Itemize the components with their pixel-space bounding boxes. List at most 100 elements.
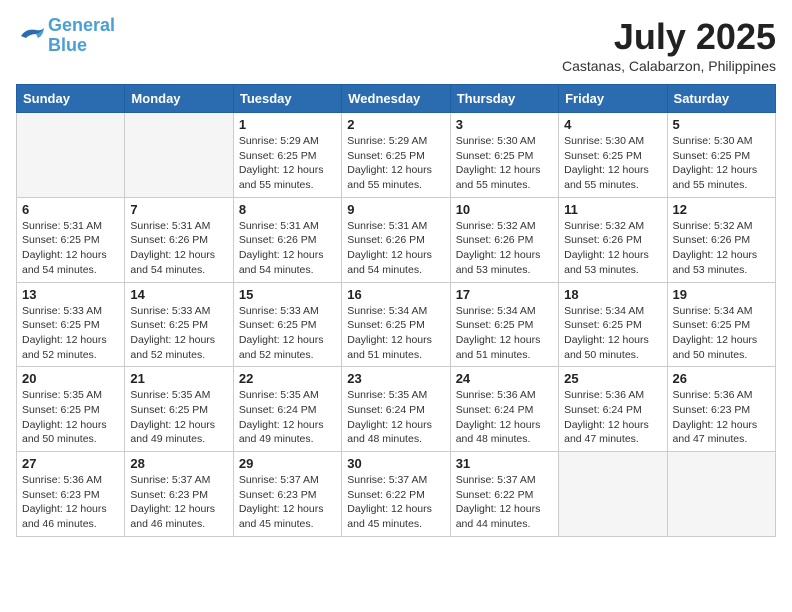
day-number: 14 [130,287,227,302]
day-info: Sunrise: 5:33 AM Sunset: 6:25 PM Dayligh… [239,304,336,363]
day-info: Sunrise: 5:30 AM Sunset: 6:25 PM Dayligh… [456,134,553,193]
day-info: Sunrise: 5:34 AM Sunset: 6:25 PM Dayligh… [456,304,553,363]
day-info: Sunrise: 5:34 AM Sunset: 6:25 PM Dayligh… [673,304,770,363]
day-info: Sunrise: 5:31 AM Sunset: 6:26 PM Dayligh… [130,219,227,278]
calendar-cell [125,113,233,198]
day-number: 19 [673,287,770,302]
col-header-thursday: Thursday [450,85,558,113]
day-number: 29 [239,456,336,471]
day-info: Sunrise: 5:35 AM Sunset: 6:25 PM Dayligh… [130,388,227,447]
calendar-cell: 12 Sunrise: 5:32 AM Sunset: 6:26 PM Dayli… [667,197,775,282]
day-info: Sunrise: 5:31 AM Sunset: 6:26 PM Dayligh… [347,219,444,278]
day-info: Sunrise: 5:32 AM Sunset: 6:26 PM Dayligh… [673,219,770,278]
day-number: 2 [347,117,444,132]
day-info: Sunrise: 5:37 AM Sunset: 6:22 PM Dayligh… [347,473,444,532]
calendar-cell: 25 Sunrise: 5:36 AM Sunset: 6:24 PM Dayli… [559,367,667,452]
calendar-cell: 7 Sunrise: 5:31 AM Sunset: 6:26 PM Daylig… [125,197,233,282]
month-title: July 2025 [562,16,776,58]
day-info: Sunrise: 5:36 AM Sunset: 6:23 PM Dayligh… [673,388,770,447]
calendar-cell: 20Sunrise: 5:35 AM Sunset: 6:25 PM Dayli… [17,367,125,452]
calendar-cell: 14Sunrise: 5:33 AM Sunset: 6:25 PM Dayli… [125,282,233,367]
day-info: Sunrise: 5:37 AM Sunset: 6:23 PM Dayligh… [239,473,336,532]
calendar-cell: 17 Sunrise: 5:34 AM Sunset: 6:25 PM Dayli… [450,282,558,367]
day-number: 3 [456,117,553,132]
calendar-cell: 15Sunrise: 5:33 AM Sunset: 6:25 PM Dayli… [233,282,341,367]
calendar-cell: 11 Sunrise: 5:32 AM Sunset: 6:26 PM Dayli… [559,197,667,282]
calendar-cell: 21 Sunrise: 5:35 AM Sunset: 6:25 PM Dayli… [125,367,233,452]
day-info: Sunrise: 5:36 AM Sunset: 6:24 PM Dayligh… [456,388,553,447]
calendar-header-row: SundayMondayTuesdayWednesdayThursdayFrid… [17,85,776,113]
day-info: Sunrise: 5:31 AM Sunset: 6:25 PM Dayligh… [22,219,119,278]
calendar-cell: 23 Sunrise: 5:35 AM Sunset: 6:24 PM Dayli… [342,367,450,452]
calendar-cell: 4 Sunrise: 5:30 AM Sunset: 6:25 PM Daylig… [559,113,667,198]
day-info: Sunrise: 5:30 AM Sunset: 6:25 PM Dayligh… [564,134,661,193]
calendar-cell [559,452,667,537]
day-number: 16 [347,287,444,302]
calendar-cell: 28 Sunrise: 5:37 AM Sunset: 6:23 PM Dayli… [125,452,233,537]
calendar-cell: 31Sunrise: 5:37 AM Sunset: 6:22 PM Dayli… [450,452,558,537]
calendar-week-row: 1Sunrise: 5:29 AM Sunset: 6:25 PM Daylig… [17,113,776,198]
calendar-cell: 24 Sunrise: 5:36 AM Sunset: 6:24 PM Dayli… [450,367,558,452]
day-info: Sunrise: 5:35 AM Sunset: 6:24 PM Dayligh… [239,388,336,447]
calendar-cell: 22 Sunrise: 5:35 AM Sunset: 6:24 PM Dayli… [233,367,341,452]
day-number: 17 [456,287,553,302]
day-info: Sunrise: 5:33 AM Sunset: 6:25 PM Dayligh… [22,304,119,363]
calendar-week-row: 13 Sunrise: 5:33 AM Sunset: 6:25 PM Dayli… [17,282,776,367]
day-number: 21 [130,371,227,386]
day-number: 24 [456,371,553,386]
day-number: 10 [456,202,553,217]
calendar-cell: 30Sunrise: 5:37 AM Sunset: 6:22 PM Dayli… [342,452,450,537]
day-number: 23 [347,371,444,386]
day-number: 25 [564,371,661,386]
day-info: Sunrise: 5:34 AM Sunset: 6:25 PM Dayligh… [564,304,661,363]
col-header-saturday: Saturday [667,85,775,113]
calendar-cell: 8Sunrise: 5:31 AM Sunset: 6:26 PM Daylig… [233,197,341,282]
day-info: Sunrise: 5:37 AM Sunset: 6:23 PM Dayligh… [130,473,227,532]
day-number: 22 [239,371,336,386]
calendar-cell: 5Sunrise: 5:30 AM Sunset: 6:25 PM Daylig… [667,113,775,198]
calendar-cell: 29 Sunrise: 5:37 AM Sunset: 6:23 PM Dayli… [233,452,341,537]
day-number: 8 [239,202,336,217]
day-number: 13 [22,287,119,302]
day-info: Sunrise: 5:29 AM Sunset: 6:25 PM Dayligh… [347,134,444,193]
col-header-tuesday: Tuesday [233,85,341,113]
calendar-week-row: 27 Sunrise: 5:36 AM Sunset: 6:23 PM Dayli… [17,452,776,537]
day-info: Sunrise: 5:32 AM Sunset: 6:26 PM Dayligh… [456,219,553,278]
logo-icon [16,24,46,48]
day-info: Sunrise: 5:37 AM Sunset: 6:22 PM Dayligh… [456,473,553,532]
day-info: Sunrise: 5:34 AM Sunset: 6:25 PM Dayligh… [347,304,444,363]
day-info: Sunrise: 5:30 AM Sunset: 6:25 PM Dayligh… [673,134,770,193]
calendar-table: SundayMondayTuesdayWednesdayThursdayFrid… [16,84,776,537]
title-block: July 2025 Castanas, Calabarzon, Philippi… [562,16,776,74]
day-info: Sunrise: 5:35 AM Sunset: 6:24 PM Dayligh… [347,388,444,447]
calendar-cell: 6Sunrise: 5:31 AM Sunset: 6:25 PM Daylig… [17,197,125,282]
day-info: Sunrise: 5:36 AM Sunset: 6:24 PM Dayligh… [564,388,661,447]
calendar-cell: 27 Sunrise: 5:36 AM Sunset: 6:23 PM Dayli… [17,452,125,537]
calendar-cell: 18 Sunrise: 5:34 AM Sunset: 6:25 PM Dayli… [559,282,667,367]
calendar-cell: 10 Sunrise: 5:32 AM Sunset: 6:26 PM Dayli… [450,197,558,282]
calendar-cell: 13 Sunrise: 5:33 AM Sunset: 6:25 PM Dayli… [17,282,125,367]
calendar-cell: 26Sunrise: 5:36 AM Sunset: 6:23 PM Dayli… [667,367,775,452]
day-number: 7 [130,202,227,217]
page-header: General Blue July 2025 Castanas, Calabar… [16,16,776,74]
location-subtitle: Castanas, Calabarzon, Philippines [562,58,776,74]
day-number: 18 [564,287,661,302]
day-info: Sunrise: 5:29 AM Sunset: 6:25 PM Dayligh… [239,134,336,193]
col-header-sunday: Sunday [17,85,125,113]
day-number: 27 [22,456,119,471]
calendar-cell [17,113,125,198]
day-info: Sunrise: 5:32 AM Sunset: 6:26 PM Dayligh… [564,219,661,278]
calendar-cell: 1Sunrise: 5:29 AM Sunset: 6:25 PM Daylig… [233,113,341,198]
logo: General Blue [16,16,115,56]
calendar-cell: 2 Sunrise: 5:29 AM Sunset: 6:25 PM Daylig… [342,113,450,198]
day-number: 12 [673,202,770,217]
col-header-monday: Monday [125,85,233,113]
logo-text: General Blue [48,16,115,56]
day-info: Sunrise: 5:36 AM Sunset: 6:23 PM Dayligh… [22,473,119,532]
calendar-cell [667,452,775,537]
calendar-week-row: 20Sunrise: 5:35 AM Sunset: 6:25 PM Dayli… [17,367,776,452]
day-number: 28 [130,456,227,471]
calendar-cell: 3 Sunrise: 5:30 AM Sunset: 6:25 PM Daylig… [450,113,558,198]
day-number: 4 [564,117,661,132]
day-number: 11 [564,202,661,217]
